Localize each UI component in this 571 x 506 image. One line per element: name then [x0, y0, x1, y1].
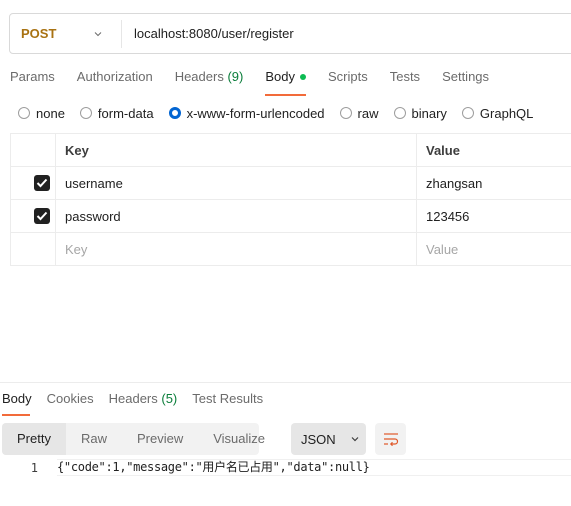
tab-label: Settings — [442, 69, 490, 84]
row-checkbox[interactable] — [34, 208, 50, 225]
key-cell[interactable]: password — [55, 199, 417, 233]
checkmark-icon — [36, 179, 48, 188]
tab-authorization[interactable]: Authorization — [77, 68, 153, 96]
radio-binary[interactable]: binary — [393, 105, 447, 121]
wrap-lines-icon — [383, 433, 398, 446]
checkbox-cell — [10, 199, 56, 233]
response-headers-count: (5) — [161, 391, 178, 406]
radio-graphql[interactable]: GraphQL — [461, 105, 534, 121]
column-header-key: Key — [55, 133, 417, 167]
response-code-line: 1 {"code":1,"message":"用户名已占用","data":nu… — [0, 459, 571, 476]
radio-icon[interactable] — [339, 107, 352, 119]
tab-label: Test Results — [192, 391, 264, 406]
checkbox-cell — [10, 166, 56, 200]
table-row-new: Key Value — [10, 232, 571, 266]
url-input[interactable]: localhost:8080/user/register — [122, 26, 294, 41]
key-cell[interactable]: username — [55, 166, 417, 200]
view-raw-button[interactable]: Raw — [66, 423, 122, 455]
checkmark-icon — [36, 212, 48, 221]
view-visualize-button[interactable]: Visualize — [198, 423, 280, 455]
format-label: JSON — [301, 431, 336, 447]
tab-tests[interactable]: Tests — [390, 68, 420, 96]
radio-raw[interactable]: raw — [339, 105, 379, 121]
tab-headers[interactable]: Headers (9) — [175, 68, 244, 96]
response-json-text[interactable]: {"code":1,"message":"用户名已占用","data":null… — [57, 459, 571, 476]
tab-body[interactable]: Body — [265, 68, 306, 96]
url-bar: POST localhost:8080/user/register — [9, 13, 571, 54]
chevron-down-icon — [94, 31, 102, 36]
table-row: username zhangsan — [10, 166, 571, 200]
radio-label: raw — [357, 105, 379, 121]
radio-none[interactable]: none — [18, 106, 65, 121]
radio-label: GraphQL — [479, 105, 534, 121]
response-format-select[interactable]: JSON — [291, 423, 366, 455]
radio-icon[interactable] — [393, 107, 406, 119]
tab-label: Params — [10, 69, 55, 84]
table-row: password 123456 — [10, 199, 571, 233]
body-indicator-dot — [299, 74, 306, 80]
radio-label: form-data — [97, 105, 154, 121]
response-view-switcher: Pretty Raw Preview Visualize — [2, 423, 265, 455]
radio-label: x-www-form-urlencoded — [186, 105, 325, 121]
headers-count: (9) — [227, 69, 244, 84]
wrap-lines-button[interactable] — [375, 423, 406, 455]
method-select[interactable]: POST — [10, 19, 122, 48]
line-number: 1 — [30, 460, 38, 475]
tab-label: Body — [265, 69, 295, 84]
method-label: POST — [21, 26, 57, 41]
response-tabs: Body Cookies Headers (5) Test Results — [2, 390, 278, 416]
value-input-placeholder[interactable]: Value — [416, 232, 571, 266]
row-checkbox[interactable] — [34, 175, 50, 192]
column-header-value: Value — [416, 133, 571, 167]
radio-icon[interactable] — [79, 107, 92, 119]
header-checkbox-cell — [10, 133, 56, 167]
radio-icon[interactable] — [461, 107, 474, 119]
response-divider[interactable] — [0, 382, 571, 383]
tab-label: Cookies — [46, 391, 94, 406]
request-tabs: Params Authorization Headers (9) Body Sc… — [10, 68, 511, 96]
tab-label: Tests — [389, 69, 421, 84]
response-tab-headers[interactable]: Headers (5) — [109, 390, 178, 416]
response-tab-test-results[interactable]: Test Results — [192, 390, 263, 416]
tab-label: Headers — [108, 391, 158, 406]
table-header-row: Key Value — [10, 133, 571, 167]
value-cell[interactable]: zhangsan — [416, 166, 571, 200]
radio-x-www-form-urlencoded[interactable]: x-www-form-urlencoded — [168, 105, 325, 121]
value-cell[interactable]: 123456 — [416, 199, 571, 233]
params-table: Key Value username zhangsan password 123… — [10, 133, 571, 266]
checkbox-cell — [10, 232, 56, 266]
tab-label: Scripts — [327, 69, 368, 84]
response-tab-cookies[interactable]: Cookies — [47, 390, 94, 416]
radio-label: none — [36, 105, 65, 121]
key-input-placeholder[interactable]: Key — [55, 232, 417, 266]
body-type-options: none form-data x-www-form-urlencoded raw… — [18, 104, 548, 122]
view-pretty-button[interactable]: Pretty — [2, 423, 66, 455]
tab-label: Authorization — [76, 69, 153, 84]
radio-label: binary — [411, 105, 447, 121]
tab-scripts[interactable]: Scripts — [328, 68, 368, 96]
tab-params[interactable]: Params — [10, 68, 55, 96]
chevron-down-icon — [351, 437, 359, 442]
tab-label: Headers — [174, 69, 224, 84]
tab-label: Body — [2, 391, 32, 406]
radio-selected-icon[interactable] — [168, 107, 181, 119]
view-preview-button[interactable]: Preview — [122, 423, 198, 455]
radio-icon[interactable] — [18, 107, 30, 119]
response-tab-body[interactable]: Body — [2, 390, 32, 416]
tab-settings[interactable]: Settings — [442, 68, 489, 96]
radio-form-data[interactable]: form-data — [79, 105, 154, 121]
